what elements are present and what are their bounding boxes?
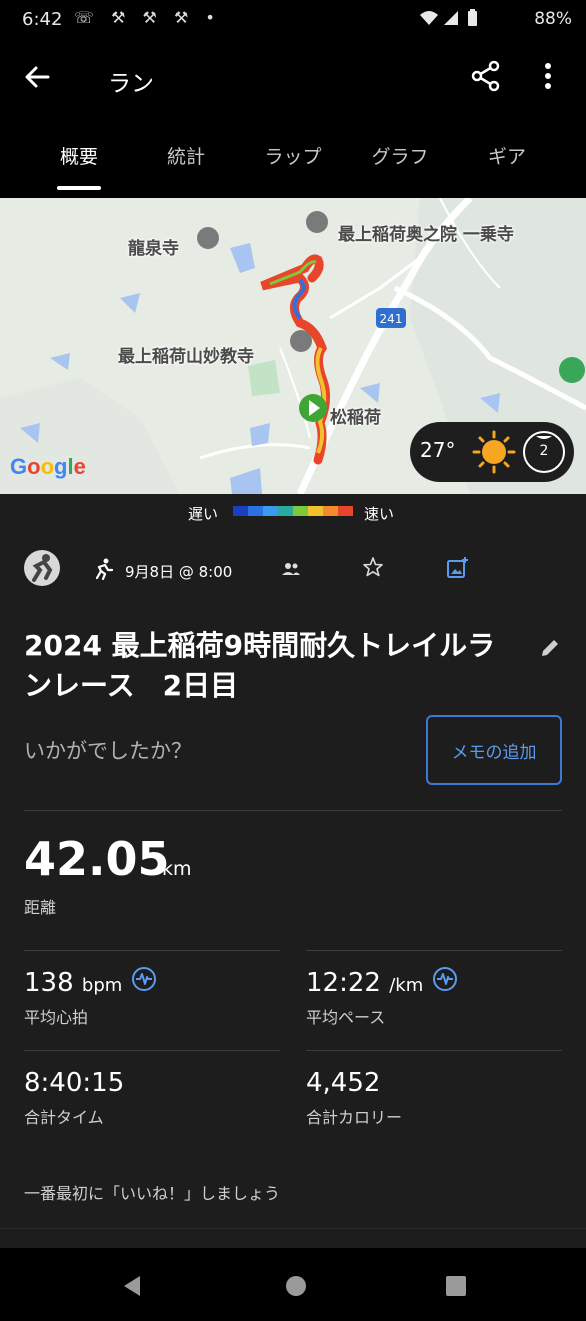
distance-unit: km <box>162 858 192 880</box>
divider <box>24 1050 280 1051</box>
avg-hr-label: 平均心拍 <box>24 1008 89 1027</box>
nav-back-icon[interactable] <box>118 1272 146 1300</box>
wifi-signal-battery-icon <box>420 9 477 26</box>
tab-laps[interactable]: ラップ <box>238 142 348 169</box>
app-bar: ラン <box>0 40 586 120</box>
map-label-myokyoji: 最上稲荷山妙教寺 <box>118 347 254 367</box>
map-label-okunoin: 最上稲荷奥之院 一乗寺 <box>338 225 514 245</box>
back-arrow-icon[interactable] <box>22 62 62 102</box>
activity-title: 2024 最上稲荷9時間耐久トレイルランレース 2日目 <box>24 629 496 702</box>
legend-swatch-2 <box>263 506 278 516</box>
add-memo-button[interactable]: メモの追加 <box>426 715 562 785</box>
share-icon[interactable] <box>470 60 510 100</box>
people-icon[interactable] <box>280 558 302 580</box>
how-was-it-prompt: いかがでしたか？ <box>24 739 192 763</box>
activity-date: 9月8日 @ 8:00 <box>125 563 233 581</box>
legend-swatch-6 <box>323 506 338 516</box>
page-title: ラン <box>108 71 154 97</box>
activity-summary: 9月8日 @ 8:00 2024 最上稲荷9時間耐久トレイルランレース 2日目 … <box>0 530 586 1248</box>
nav-recents-icon[interactable] <box>442 1272 470 1300</box>
status-bar: 6:42 ☏ ⚒ ⚒ ⚒ • 88% <box>0 0 586 40</box>
avg-pace-label: 平均ペース <box>306 1008 386 1027</box>
distance-label: 距離 <box>24 898 57 917</box>
avg-hr-stat: 138 bpm <box>24 968 122 998</box>
divider <box>306 1050 562 1051</box>
avg-pace-unit: /km <box>389 975 424 996</box>
google-logo: Google <box>10 454 86 479</box>
legend-swatch-1 <box>248 506 263 516</box>
running-icon <box>92 558 114 585</box>
nav-home-icon[interactable] <box>282 1272 310 1300</box>
legend-slow-label: 遅い <box>188 505 219 523</box>
heart-rate-chart-icon[interactable] <box>131 966 157 992</box>
tab-gear[interactable]: ギア <box>452 142 562 169</box>
avg-hr-value: 138 <box>24 968 74 998</box>
battery-percent: 88% <box>534 9 572 29</box>
legend-swatch-4 <box>293 506 308 516</box>
avg-hr-unit: bpm <box>81 975 123 996</box>
distance-value: 42.05 <box>24 832 170 886</box>
signal-icons <box>418 8 488 32</box>
divider <box>24 950 280 951</box>
divider <box>0 1228 586 1229</box>
more-vert-icon[interactable] <box>538 60 568 100</box>
tab-overview[interactable]: 概要 <box>24 142 134 169</box>
weather-temperature: 27° <box>420 438 456 462</box>
route-map[interactable]: 241 龍泉寺 最上稲荷奥之院 一乗寺 最上稲荷山妙教寺 松稲荷 Google … <box>0 198 586 494</box>
map-label-matsuinari: 松稲荷 <box>330 408 381 428</box>
map-label-ryusenji: 龍泉寺 <box>128 239 179 259</box>
divider <box>306 950 562 951</box>
sun-icon <box>472 430 516 474</box>
total-time-value: 8:40:15 <box>24 1068 125 1098</box>
pace-chart-icon[interactable] <box>432 966 458 992</box>
tab-bar: 概要 統計 ラップ グラフ ギア <box>0 128 586 194</box>
avg-pace-stat: 12:22 /km <box>306 968 423 998</box>
status-time: 6:42 <box>22 9 63 30</box>
moon-phase-number: 2 <box>539 443 549 459</box>
legend-swatch-5 <box>308 506 323 516</box>
add-photo-icon[interactable] <box>446 556 470 580</box>
active-tab-indicator <box>57 186 101 190</box>
pace-legend: 遅い 速い <box>0 494 586 530</box>
svg-text:241: 241 <box>380 312 403 326</box>
calories-label: 合計カロリー <box>306 1108 403 1127</box>
star-icon[interactable] <box>362 556 384 583</box>
edit-pencil-icon[interactable] <box>538 636 562 660</box>
like-prompt[interactable]: 一番最初に「いいね！」しましょう <box>24 1180 280 1204</box>
divider <box>24 810 562 811</box>
moon-phase-icon: 2 <box>522 430 566 474</box>
legend-swatch-7 <box>338 506 353 516</box>
weather-badge[interactable]: 27° 2 <box>410 422 574 482</box>
legend-swatch-3 <box>278 506 293 516</box>
legend-color-bar <box>233 506 353 516</box>
notification-icons: ☏ ⚒ ⚒ ⚒ • <box>74 8 221 27</box>
tab-graph[interactable]: グラフ <box>345 142 455 169</box>
avg-pace-value: 12:22 <box>306 968 381 998</box>
tab-stats[interactable]: 統計 <box>131 142 241 169</box>
system-nav-bar <box>0 1248 586 1321</box>
legend-swatch-0 <box>233 506 248 516</box>
avatar[interactable] <box>24 550 60 586</box>
legend-fast-label: 速い <box>364 505 395 523</box>
calories-value: 4,452 <box>306 1068 381 1098</box>
total-time-label: 合計タイム <box>24 1108 104 1127</box>
